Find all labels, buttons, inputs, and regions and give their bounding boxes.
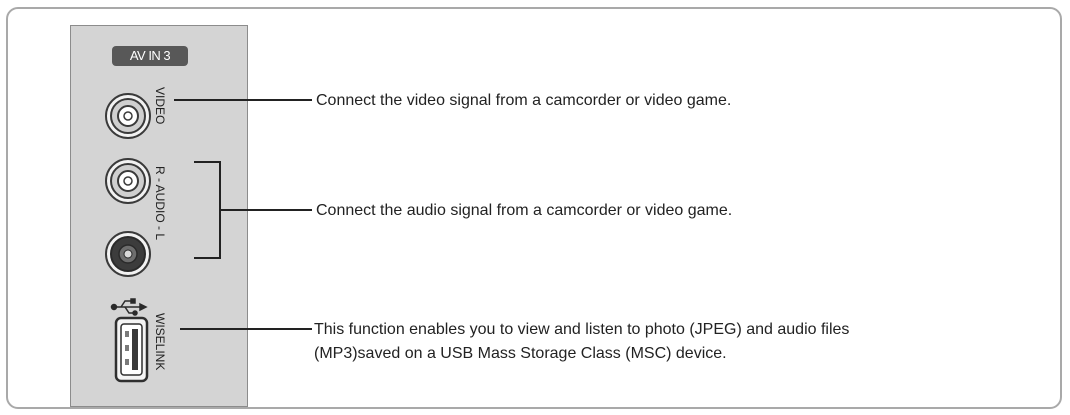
audio-left-jack-icon xyxy=(105,231,151,277)
audio-right-jack-icon xyxy=(105,158,151,204)
callout-lines xyxy=(174,99,312,330)
video-jack-icon xyxy=(105,93,151,139)
audio-label: R - AUDIO - L xyxy=(153,166,167,241)
video-description: Connect the video signal from a camcorde… xyxy=(316,92,732,109)
usb-description-line2: (MP3)saved on a USB Mass Storage Class (… xyxy=(314,345,727,362)
video-label: VIDEO xyxy=(153,87,167,125)
wiselink-label: WISELINK xyxy=(153,313,167,371)
audio-description: Connect the audio signal from a camcorde… xyxy=(316,202,733,219)
usb-description-line1: This function enables you to view and li… xyxy=(314,321,850,338)
usb-symbol-icon xyxy=(110,298,148,316)
usb-port-icon xyxy=(114,316,149,383)
